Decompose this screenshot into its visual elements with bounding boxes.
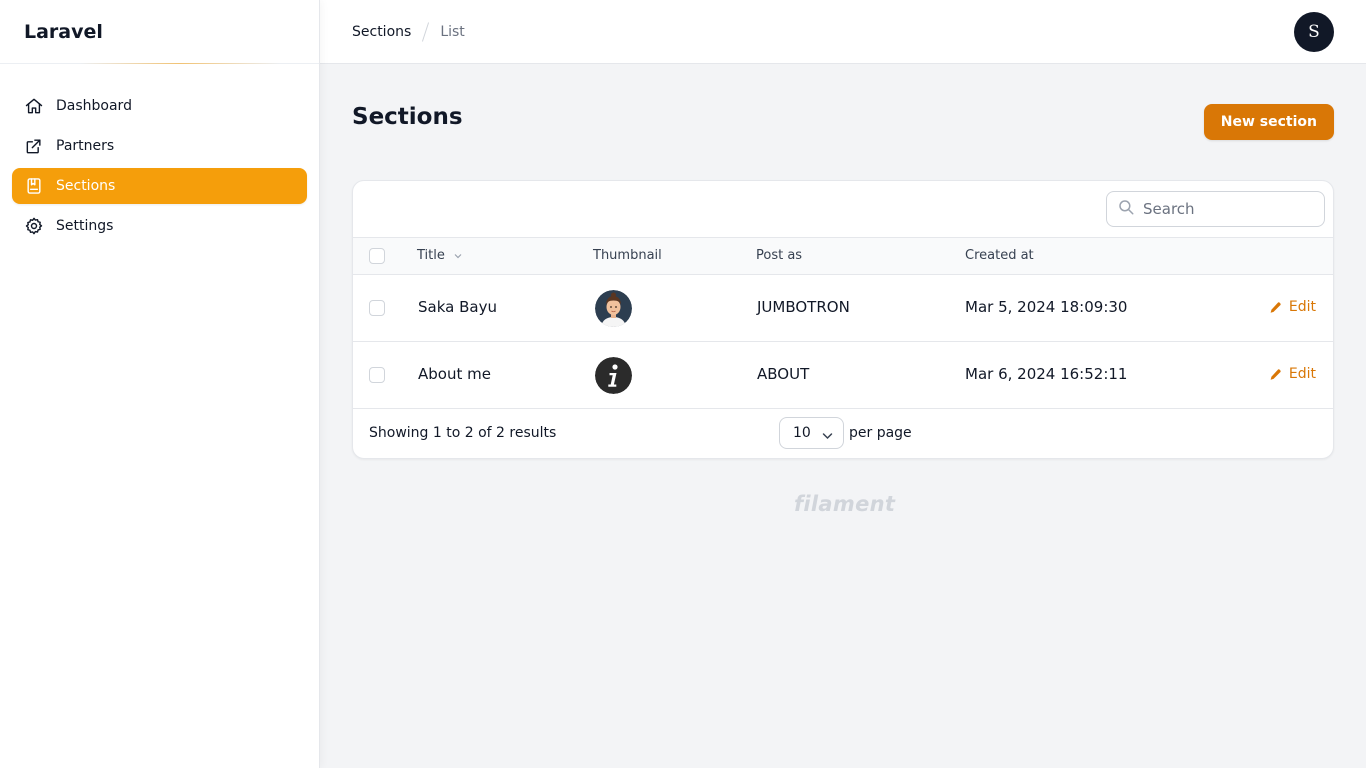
table-pagination: Showing 1 to 2 of 2 results 10 per page	[353, 409, 1333, 458]
external-link-icon	[24, 136, 44, 156]
search-field[interactable]	[1106, 191, 1325, 227]
table-toolbar	[353, 181, 1333, 238]
avatar-initial: S	[1308, 22, 1320, 42]
sections-table: Title Thumbnail Post as Created at Saka …	[352, 180, 1334, 459]
row-post-as: JUMBOTRON	[757, 298, 850, 316]
breadcrumb-list: List	[440, 23, 465, 40]
sidebar-item-label: Settings	[56, 218, 114, 234]
edit-label: Edit	[1288, 299, 1316, 315]
brand-text: Laravel	[24, 20, 103, 43]
gear-icon	[24, 216, 44, 236]
home-icon	[24, 96, 44, 116]
table-row[interactable]: About me ABOUT Mar 6, 2024 16:52:11 Edit	[353, 342, 1333, 409]
per-page-select[interactable]: 10	[779, 417, 844, 449]
per-page-label: per page	[849, 425, 912, 441]
column-title-label: Title	[417, 248, 445, 263]
page-header: Sections New section	[352, 64, 1334, 180]
avatar-person-icon	[595, 290, 632, 327]
sidebar-item-label: Sections	[56, 178, 116, 194]
new-section-button[interactable]: New section	[1203, 104, 1334, 140]
chevron-down-icon	[822, 428, 833, 444]
sort-chevron-icon	[454, 248, 462, 263]
select-all-checkbox[interactable]	[369, 248, 385, 264]
pagination-summary: Showing 1 to 2 of 2 results	[369, 425, 557, 441]
row-title: About me	[418, 365, 491, 383]
brand-divider	[80, 63, 280, 64]
edit-label: Edit	[1288, 366, 1316, 382]
search-input[interactable]	[1143, 200, 1313, 218]
filament-watermark: filament	[794, 492, 896, 516]
table-row[interactable]: Saka Bayu JUMBOTRON Mar 5, 2024 18:09:30	[353, 275, 1333, 342]
info-icon	[595, 357, 632, 394]
sidebar-item-settings[interactable]: Settings	[12, 208, 307, 244]
pencil-icon	[1270, 368, 1281, 380]
edit-button[interactable]: Edit	[1269, 299, 1316, 315]
row-checkbox[interactable]	[369, 367, 385, 383]
pencil-icon	[1270, 301, 1281, 313]
row-created-at: Mar 6, 2024 16:52:11	[965, 365, 1128, 383]
sidebar-item-label: Partners	[56, 138, 115, 154]
edit-button[interactable]: Edit	[1269, 366, 1316, 382]
breadcrumb-sections[interactable]: Sections	[352, 24, 411, 40]
search-icon	[1117, 198, 1135, 220]
column-header-created-at: Created at	[965, 248, 1034, 263]
column-header-title[interactable]: Title	[417, 248, 462, 263]
row-created-at: Mar 5, 2024 18:09:30	[965, 298, 1128, 316]
breadcrumb: Sections List	[352, 21, 465, 42]
topbar: Sections List S	[320, 0, 1366, 64]
sidebar: Laravel Dashboard Partners Sections Sett…	[0, 0, 320, 768]
page-title: Sections	[352, 104, 463, 130]
sidebar-item-dashboard[interactable]: Dashboard	[12, 88, 307, 124]
user-avatar[interactable]: S	[1294, 12, 1334, 52]
book-icon	[24, 176, 44, 196]
column-header-thumbnail: Thumbnail	[593, 248, 662, 263]
brand-logo[interactable]: Laravel	[0, 0, 319, 64]
sidebar-item-partners[interactable]: Partners	[12, 128, 307, 164]
main-content: Sections New section Title Thumbnail Pos…	[320, 64, 1366, 768]
column-header-post-as: Post as	[756, 248, 803, 263]
breadcrumb-separator	[422, 21, 430, 42]
row-post-as: ABOUT	[757, 365, 810, 383]
row-checkbox[interactable]	[369, 300, 385, 316]
per-page-value: 10	[793, 425, 811, 441]
sidebar-item-label: Dashboard	[56, 98, 132, 114]
table-header: Title Thumbnail Post as Created at	[353, 238, 1333, 275]
sidebar-item-sections[interactable]: Sections	[12, 168, 307, 204]
row-title: Saka Bayu	[418, 298, 497, 316]
sidebar-nav: Dashboard Partners Sections Settings	[0, 64, 319, 272]
